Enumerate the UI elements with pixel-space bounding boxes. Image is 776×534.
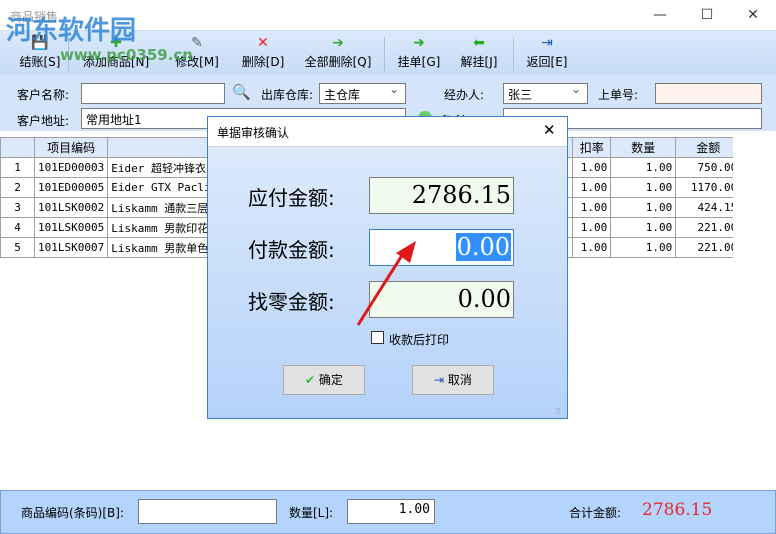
customer-name-input[interactable] <box>81 83 225 104</box>
exit-door-icon: ⇥ <box>434 373 448 387</box>
discount[interactable]: 1.00 <box>572 217 612 238</box>
discount[interactable]: 1.00 <box>572 237 612 258</box>
resize-grip-icon[interactable]: ⠿ <box>555 407 561 416</box>
print-after-checkbox[interactable] <box>371 331 384 344</box>
label: 挂单[G] <box>397 55 441 69</box>
annotation-arrow-icon <box>356 241 416 326</box>
row-number[interactable]: 1 <box>0 157 35 178</box>
quantity[interactable]: 1.00 <box>610 157 677 178</box>
col-amount[interactable]: 金额 <box>675 137 742 158</box>
col-discount[interactable]: 扣率 <box>572 137 612 158</box>
watermark-url: www.pc0359.cn <box>60 46 193 64</box>
amount[interactable]: 750.00 <box>675 157 742 178</box>
minimize-button[interactable]: — <box>645 4 675 26</box>
amount[interactable]: 1170.00 <box>675 177 742 198</box>
row-number[interactable]: 5 <box>0 237 35 258</box>
qty-input[interactable]: 1.00 <box>347 499 435 524</box>
row-number[interactable]: 2 <box>0 177 35 198</box>
operator-select[interactable]: 张三 <box>503 82 588 104</box>
item-code[interactable]: 101ED00005 <box>33 177 109 198</box>
ok-label: 确定 <box>318 373 343 387</box>
close-button[interactable]: ✕ <box>738 4 768 26</box>
delete-button[interactable]: ✕ 删除[D] <box>234 33 292 75</box>
prev-order-input[interactable] <box>655 83 762 104</box>
ok-button[interactable]: ✔ 确定 <box>283 365 365 395</box>
prev-order-label: 上单号: <box>598 88 639 102</box>
check-icon: ✔ <box>305 373 319 387</box>
warehouse-label: 出库仓库: <box>261 88 314 102</box>
amount[interactable]: 221.00 <box>675 237 742 258</box>
label: 返回[E] <box>526 55 568 69</box>
cancel-label: 取消 <box>447 373 472 387</box>
discount[interactable]: 1.00 <box>572 177 612 198</box>
delete-icon: ✕ <box>257 35 269 51</box>
barcode-input[interactable] <box>138 499 277 524</box>
item-code[interactable]: 101ED00003 <box>33 157 109 178</box>
warehouse-select[interactable]: 主仓库 <box>319 82 406 104</box>
watermark-logo: 河东软件园 <box>6 16 137 46</box>
quantity[interactable]: 1.00 <box>610 197 677 218</box>
dialog-title-bar: 单据审核确认 ✕ <box>208 117 567 147</box>
label: 解挂[J] <box>460 55 498 69</box>
maximize-button[interactable]: ☐ <box>692 4 722 26</box>
search-icon[interactable]: 🔍 <box>232 83 251 101</box>
discount[interactable]: 1.00 <box>572 157 612 178</box>
exit-door-icon: ⇥ <box>541 35 553 51</box>
release-order-button[interactable]: ⬅ 解挂[J] <box>450 33 508 75</box>
due-label: 应付金额: <box>248 186 335 210</box>
address-label: 客户地址: <box>17 114 70 128</box>
col-rownum <box>0 137 35 158</box>
warehouse-value: 主仓库 <box>324 88 361 102</box>
amount[interactable]: 221.00 <box>675 217 742 238</box>
qty-label: 数量[L]: <box>289 506 334 520</box>
quantity[interactable]: 1.00 <box>610 177 677 198</box>
grid-empty-area <box>733 137 776 490</box>
label: 删除[D] <box>241 55 285 69</box>
col-qty[interactable]: 数量 <box>610 137 677 158</box>
paid-label: 付款金额: <box>248 238 335 262</box>
bottom-bar: 商品编码(条码)[B]: 数量[L]: 1.00 合计金额: 2786.15 <box>0 490 776 534</box>
quantity[interactable]: 1.00 <box>610 237 677 258</box>
row-number[interactable]: 3 <box>0 197 35 218</box>
item-code[interactable]: 101LSK0005 <box>33 217 109 238</box>
delete-all-button[interactable]: ➔ 全部删除[Q] <box>296 33 380 75</box>
hold-order-icon: ➜ <box>413 35 425 51</box>
change-label: 找零金额: <box>248 290 335 314</box>
separator <box>513 37 514 71</box>
dialog-title: 单据审核确认 <box>217 126 290 140</box>
separator <box>384 37 385 71</box>
discount[interactable]: 1.00 <box>572 197 612 218</box>
item-code[interactable]: 101LSK0007 <box>33 237 109 258</box>
hold-order-button[interactable]: ➜ 挂单[G] <box>390 33 448 75</box>
total-label: 合计金额: <box>569 506 622 520</box>
amount[interactable]: 424.15 <box>675 197 742 218</box>
total-value: 2786.15 <box>642 500 713 520</box>
return-button[interactable]: ⇥ 返回[E] <box>518 33 576 75</box>
col-code[interactable]: 项目编码 <box>33 137 109 158</box>
barcode-label: 商品编码(条码)[B]: <box>21 506 125 520</box>
quantity[interactable]: 1.00 <box>610 217 677 238</box>
delete-all-icon: ➔ <box>332 35 344 51</box>
operator-value: 张三 <box>508 88 533 102</box>
cancel-button[interactable]: ⇥ 取消 <box>412 365 494 395</box>
checkout-dialog: 单据审核确认 ✕ 应付金额: 2786.15 付款金额: 0.00 找零金额: … <box>207 116 568 419</box>
label: 结账[S] <box>19 55 61 69</box>
customer-name-label: 客户名称: <box>17 88 70 102</box>
paid-amount-selection: 0.00 <box>455 233 511 261</box>
item-code[interactable]: 101LSK0002 <box>33 197 109 218</box>
print-after-label[interactable]: 收款后打印 <box>389 331 449 348</box>
release-order-icon: ⬅ <box>473 35 485 51</box>
row-number[interactable]: 4 <box>0 217 35 238</box>
operator-label: 经办人: <box>444 88 485 102</box>
due-amount-field: 2786.15 <box>369 177 514 214</box>
label: 全部删除[Q] <box>304 55 372 69</box>
dialog-close-button[interactable]: ✕ <box>543 121 556 139</box>
